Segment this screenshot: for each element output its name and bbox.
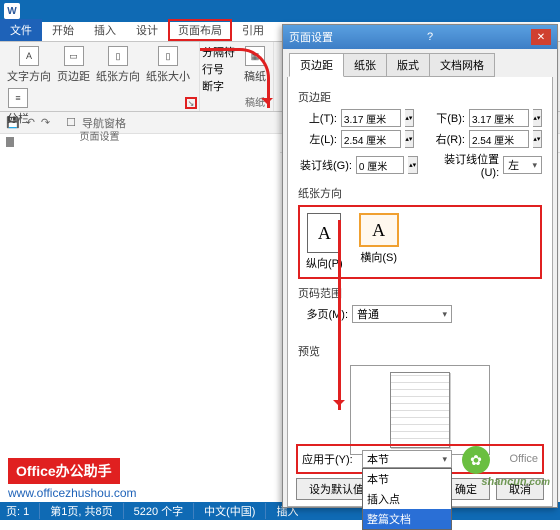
dialog-title: 页面设置 <box>289 29 333 45</box>
left-label: 左(L): <box>298 131 337 147</box>
help-icon[interactable]: ? <box>427 31 433 43</box>
close-icon[interactable]: ✕ <box>531 29 551 45</box>
document-area[interactable] <box>0 150 280 500</box>
top-input[interactable]: 3.17 厘米 <box>341 109 401 127</box>
apply-select[interactable]: 本节 <box>362 450 452 468</box>
gutter-pos-label: 装订线位置(U): <box>426 151 499 179</box>
landscape-option[interactable]: A横向(S) <box>359 213 399 271</box>
apply-box: 应用于(Y): 本节 本节 插入点 整篇文档 Office <box>296 444 544 474</box>
word-icon: W <box>4 3 20 19</box>
left-spinner[interactable]: ▴▾ <box>405 130 414 148</box>
apply-option-insert-point[interactable]: 插入点 <box>363 489 451 509</box>
multi-label: 多页(M): <box>298 306 348 322</box>
top-label: 上(T): <box>298 110 337 126</box>
breaks-group: 分隔符 行号 断字 <box>200 42 237 111</box>
apply-extra-label: Office <box>509 453 538 465</box>
gutter-spinner[interactable]: ▴▾ <box>408 156 418 174</box>
dlg-tab-grid[interactable]: 文档网格 <box>429 53 495 77</box>
tab-page-layout[interactable]: 页面布局 <box>168 19 232 41</box>
watermark: shancun.com <box>481 472 550 490</box>
preview-page <box>390 372 450 448</box>
dialog-tabs: 页边距 纸张 版式 文档网格 <box>283 49 557 77</box>
right-label: 右(R): <box>426 131 465 147</box>
status-page[interactable]: 页: 1 <box>6 503 40 519</box>
columns-button[interactable]: ≡分栏 <box>4 86 32 128</box>
apply-dropdown-list: 本节 插入点 整篇文档 <box>362 468 452 530</box>
page-setup-dialog: 页面设置 ? ✕ 页边距 纸张 版式 文档网格 页边距 上(T): 3.17 厘… <box>282 24 558 508</box>
right-input[interactable]: 2.54 厘米 <box>469 130 529 148</box>
orientation-box: A纵向(P) A横向(S) <box>298 205 542 279</box>
left-input[interactable]: 2.54 厘米 <box>341 130 401 148</box>
status-pages[interactable]: 第1页, 共8页 <box>50 503 123 519</box>
multi-select[interactable]: 普通 <box>352 305 452 323</box>
dlg-tab-margins[interactable]: 页边距 <box>289 53 344 77</box>
page-setup-group-label: 页面设置 <box>4 128 195 143</box>
top-spinner[interactable]: ▴▾ <box>405 109 414 127</box>
preview-box <box>350 365 490 455</box>
right-spinner[interactable]: ▴▾ <box>533 130 542 148</box>
status-lang[interactable]: 中文(中国) <box>204 503 266 519</box>
bottom-input[interactable]: 3.17 厘米 <box>469 109 529 127</box>
tab-design[interactable]: 设计 <box>126 19 168 41</box>
apply-label: 应用于(Y): <box>302 451 358 467</box>
line-numbers-button[interactable]: 行号 <box>202 61 235 77</box>
dlg-tab-layout[interactable]: 版式 <box>386 53 430 77</box>
pages-section-label: 页码范围 <box>298 285 542 301</box>
bottom-label: 下(B): <box>426 110 465 126</box>
dlg-tab-paper[interactable]: 纸张 <box>343 53 387 77</box>
breaks-button[interactable]: 分隔符 <box>202 44 235 60</box>
margins-section-label: 页边距 <box>298 89 542 105</box>
preview-section-label: 预览 <box>298 343 542 359</box>
tab-home[interactable]: 开始 <box>42 19 84 41</box>
brand-overlay: Office办公助手 www.officezhushou.com <box>8 458 137 500</box>
gutter-input[interactable]: 0 厘米 <box>356 156 404 174</box>
gutter-label: 装订线(G): <box>298 157 352 173</box>
size-button[interactable]: ▯纸张大小 <box>143 44 193 86</box>
dialog-titlebar: 页面设置 ? ✕ <box>283 25 557 49</box>
text-direction-button[interactable]: A文字方向 <box>4 44 54 86</box>
paper-group-label: 稿纸 <box>245 94 265 109</box>
tab-references[interactable]: 引用 <box>232 19 274 41</box>
page-setup-launcher[interactable]: ↘ <box>185 97 197 109</box>
gutter-pos-select[interactable]: 左 <box>503 156 542 174</box>
manuscript-paper-button[interactable]: ▦稿纸 <box>241 44 269 86</box>
orientation-section-label: 纸张方向 <box>298 185 542 201</box>
margins-button[interactable]: ▭页边距 <box>54 44 93 86</box>
apply-option-whole-doc[interactable]: 整篇文档 <box>363 509 451 529</box>
wechat-icon: ✿ <box>462 446 490 474</box>
hyphen-button[interactable]: 断字 <box>202 78 235 94</box>
bottom-spinner[interactable]: ▴▾ <box>533 109 542 127</box>
status-words[interactable]: 5220 个字 <box>134 503 195 519</box>
apply-option-section[interactable]: 本节 <box>363 469 451 489</box>
tab-file[interactable]: 文件 <box>0 19 42 41</box>
brand-badge: Office办公助手 <box>8 458 120 484</box>
orientation-button[interactable]: ▯纸张方向 <box>93 44 143 86</box>
portrait-option[interactable]: A纵向(P) <box>306 213 343 271</box>
tab-insert[interactable]: 插入 <box>84 19 126 41</box>
brand-url: www.officezhushou.com <box>8 486 137 500</box>
